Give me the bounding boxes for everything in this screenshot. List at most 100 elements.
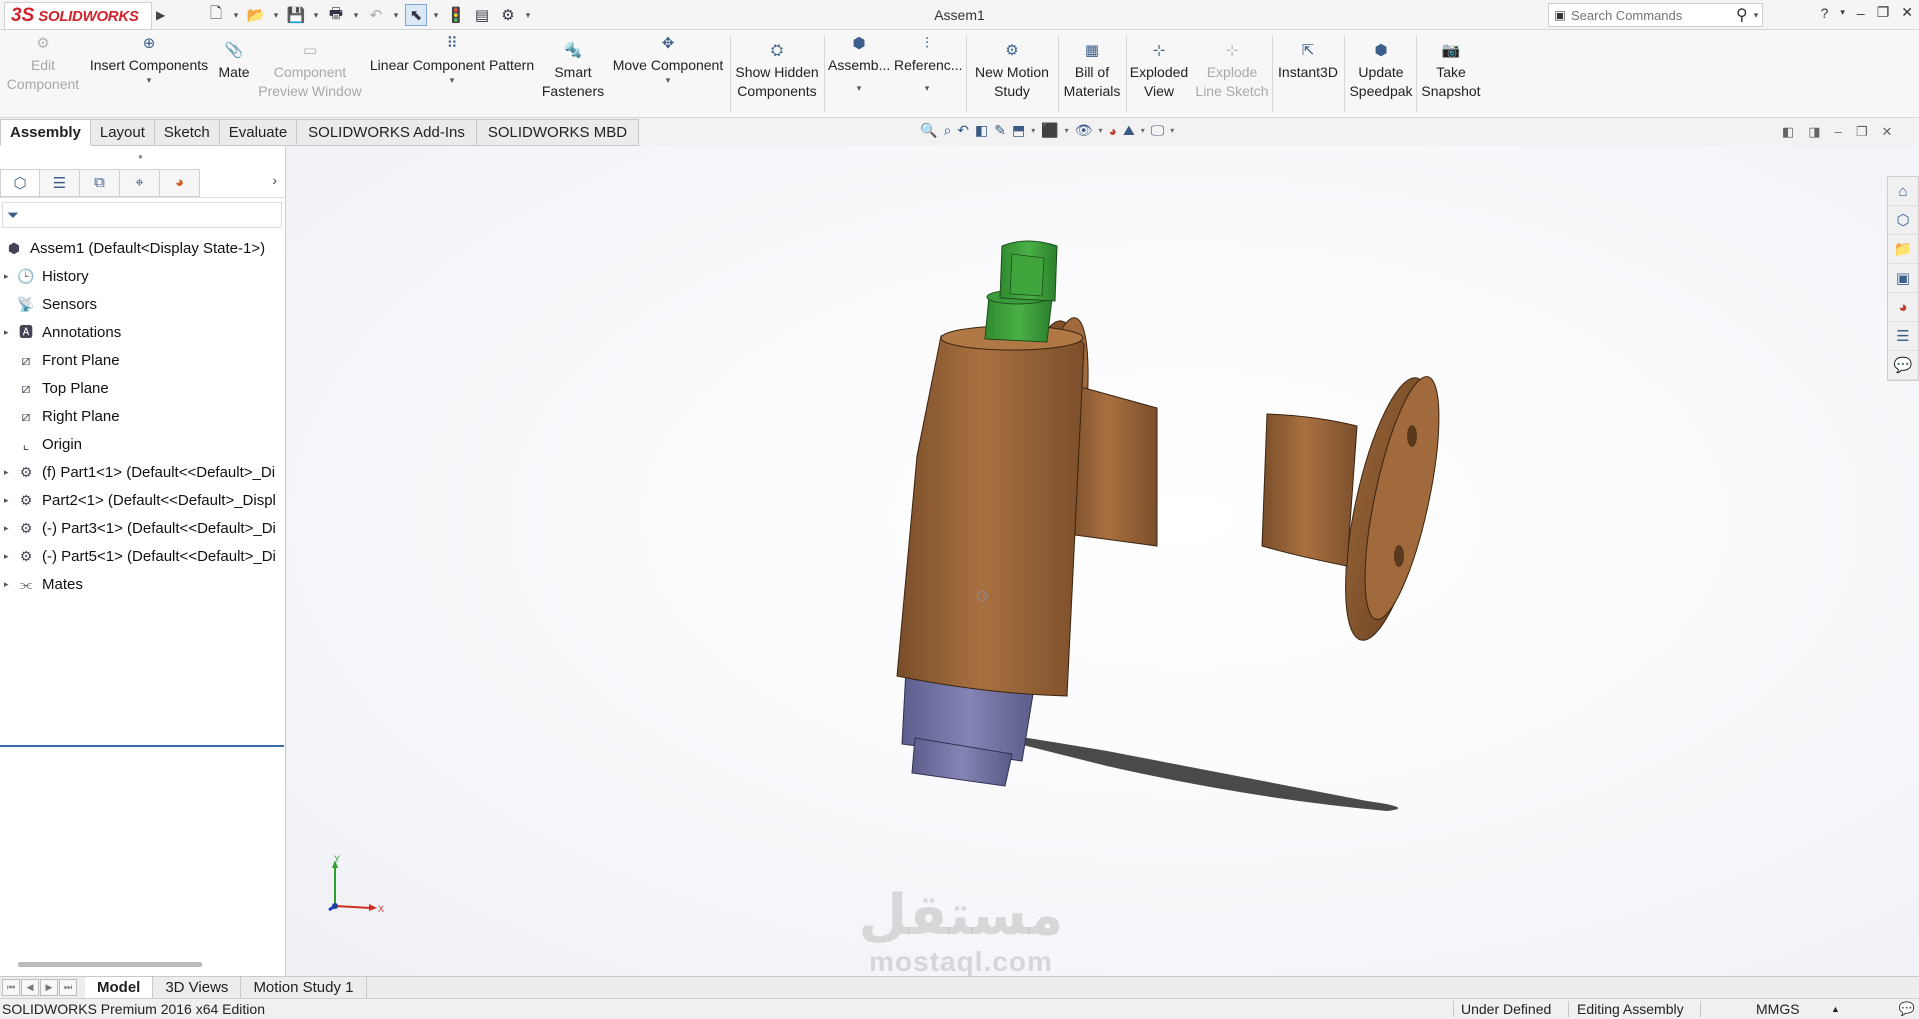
- viewport-minimize-icon[interactable]: –: [1835, 124, 1842, 140]
- valve-model[interactable]: [287, 146, 1919, 976]
- rebuild-icon[interactable]: 🚦: [445, 4, 467, 26]
- minimize-icon[interactable]: –: [1857, 5, 1865, 21]
- linear-pattern-dropdown-icon[interactable]: ▾: [368, 75, 536, 85]
- tab-model[interactable]: Model: [85, 976, 154, 999]
- collapse-left-icon[interactable]: ◧: [1782, 124, 1794, 140]
- next-tab-icon[interactable]: ▶: [40, 979, 58, 996]
- insert-components-button[interactable]: ⊕ Insert Components ▾: [88, 34, 210, 85]
- print-icon[interactable]: 🖶: [325, 4, 347, 26]
- property-manager-tab-icon[interactable]: ☰: [40, 168, 80, 197]
- assembly-dropdown-icon[interactable]: ▾: [828, 83, 890, 93]
- collapse-right-icon[interactable]: ◨: [1808, 124, 1820, 140]
- insert-components-dropdown-icon[interactable]: ▾: [88, 75, 210, 85]
- tab-addins[interactable]: SOLIDWORKS Add-Ins: [297, 119, 477, 146]
- tab-3d-views[interactable]: 3D Views: [153, 976, 242, 999]
- unit-system-arrow-icon[interactable]: ▲: [1831, 999, 1840, 1019]
- search-commands[interactable]: ▣ ⚲ ▾: [1548, 3, 1763, 27]
- select-cursor-icon[interactable]: ⬉: [405, 4, 427, 26]
- tooltip-chat-icon[interactable]: 💬: [1899, 999, 1915, 1019]
- section-view-icon[interactable]: ◧: [975, 122, 988, 139]
- custom-properties-icon[interactable]: ☰: [1888, 322, 1918, 351]
- feature-manager-tab-icon[interactable]: ⬡: [0, 168, 40, 197]
- view-settings-monitor-icon[interactable]: 🖵: [1151, 122, 1165, 139]
- panel-grip-icon[interactable]: ●: [138, 152, 143, 161]
- move-component-dropdown-icon[interactable]: ▾: [610, 75, 726, 85]
- smart-fasteners-button[interactable]: 🔩 Smart Fasteners: [536, 34, 610, 101]
- dynamic-annotation-icon[interactable]: ✎: [994, 122, 1006, 139]
- display-style-icon[interactable]: ⬛: [1041, 122, 1058, 139]
- explode-line-sketch-button[interactable]: ⊹ Explode Line Sketch: [1192, 34, 1272, 101]
- solidworks-resources-icon[interactable]: ⌂: [1888, 177, 1918, 206]
- apply-scene-icon[interactable]: ⛰: [1123, 122, 1135, 139]
- close-icon[interactable]: ✕: [1901, 4, 1913, 21]
- select-dropdown-icon[interactable]: ▾: [431, 4, 441, 26]
- print-dropdown-icon[interactable]: ▾: [351, 4, 361, 26]
- tree-item-part3-1-default-default-di[interactable]: ▸ ⚙ (-) Part3<1> (Default<<Default>_Di: [0, 514, 284, 542]
- tree-item-f-part1-1-default-default-di[interactable]: ▸ ⚙ (f) Part1<1> (Default<<Default>_Di: [0, 458, 284, 486]
- expand-arrow-icon[interactable]: ▸: [4, 523, 16, 534]
- display-style-dropdown-icon[interactable]: ▾: [1065, 126, 1069, 135]
- expand-arrow-icon[interactable]: ▸: [4, 271, 16, 282]
- tab-evaluate[interactable]: Evaluate: [219, 119, 298, 146]
- tree-item-part2-1-default-default-displ[interactable]: ▸ ⚙ Part2<1> (Default<<Default>_Displ: [0, 486, 284, 514]
- help-button[interactable]: ?: [1821, 5, 1829, 21]
- restore-icon[interactable]: ❐: [1877, 4, 1890, 21]
- expand-arrow-icon[interactable]: ▸: [4, 327, 16, 338]
- display-manager-tab-icon[interactable]: ◕: [160, 168, 200, 197]
- tab-sketch[interactable]: Sketch: [154, 119, 220, 146]
- prev-tab-icon[interactable]: ◀: [21, 979, 39, 996]
- update-speedpak-button[interactable]: ⬢ Update Speedpak: [1348, 34, 1414, 101]
- tree-item-annotations[interactable]: ▸ 🅰 Annotations: [0, 318, 284, 346]
- tab-layout[interactable]: Layout: [90, 119, 155, 146]
- solidworks-forum-icon[interactable]: 💬: [1888, 351, 1918, 380]
- edit-appearance-icon[interactable]: ◕: [1108, 123, 1116, 139]
- tree-item-mates[interactable]: ▸ ⫘ Mates: [0, 570, 284, 598]
- view-orientation-icon[interactable]: ⬒: [1012, 122, 1025, 139]
- new-document-icon[interactable]: 🗋: [205, 4, 227, 26]
- viewport-restore-icon[interactable]: ❐: [1856, 124, 1868, 140]
- exploded-view-button[interactable]: ⊹ Exploded View: [1128, 34, 1190, 101]
- move-component-button[interactable]: ✥ Move Component ▾: [610, 34, 726, 85]
- instant3d-button[interactable]: ⇱ Instant3D: [1274, 34, 1342, 82]
- previous-view-icon[interactable]: ↶: [957, 122, 969, 139]
- assembly-features-button[interactable]: ⬢ Assemb... ▾: [828, 34, 890, 93]
- bill-of-materials-button[interactable]: ▦ Bill of Materials: [1060, 34, 1124, 101]
- tab-motion-study[interactable]: Motion Study 1: [241, 976, 367, 999]
- apply-scene-dropdown-icon[interactable]: ▾: [1141, 126, 1145, 135]
- zoom-to-area-icon[interactable]: ⌕: [943, 122, 951, 139]
- tree-item-right-plane[interactable]: ⧄ Right Plane: [0, 402, 284, 430]
- view-orientation-dropdown-icon[interactable]: ▾: [1031, 126, 1035, 135]
- tab-assembly[interactable]: Assembly: [0, 119, 91, 146]
- show-hidden-button[interactable]: ⛭ Show Hidden Components: [734, 34, 820, 101]
- open-folder-icon[interactable]: 📂: [245, 4, 267, 26]
- tree-item-front-plane[interactable]: ⧄ Front Plane: [0, 346, 284, 374]
- expand-arrow-icon[interactable]: ▸: [4, 551, 16, 562]
- undo-icon[interactable]: ↶: [365, 4, 387, 26]
- component-preview-button[interactable]: ▭ Component Preview Window: [256, 34, 364, 101]
- graphics-area[interactable]: ⌂ ⬡ 📁 ▣ ◕ ☰ 💬 Y X مستقل mostaql.com: [287, 146, 1919, 976]
- hide-show-dropdown-icon[interactable]: ▾: [1098, 126, 1102, 135]
- view-settings-dropdown-icon[interactable]: ▾: [1170, 126, 1174, 135]
- tree-item-sensors[interactable]: 📡 Sensors: [0, 290, 284, 318]
- search-icon[interactable]: ⚲: [1736, 5, 1748, 25]
- help-dropdown-icon[interactable]: ▾: [1840, 7, 1845, 18]
- save-icon[interactable]: 💾: [285, 4, 307, 26]
- save-dropdown-icon[interactable]: ▾: [311, 4, 321, 26]
- view-palette-icon[interactable]: ▣: [1888, 264, 1918, 293]
- tree-item-history[interactable]: ▸ 🕒 History: [0, 262, 284, 290]
- hide-show-items-icon[interactable]: 👁: [1075, 122, 1093, 139]
- expand-arrow-icon[interactable]: ▸: [4, 467, 16, 478]
- first-tab-icon[interactable]: ⏮: [2, 979, 20, 996]
- search-dropdown-icon[interactable]: ▾: [1754, 10, 1759, 21]
- options-gear-icon[interactable]: ⚙: [497, 4, 519, 26]
- tab-mbd[interactable]: SOLIDWORKS MBD: [476, 119, 640, 146]
- dimxpert-manager-tab-icon[interactable]: ⌖: [120, 168, 160, 197]
- rollback-bar[interactable]: [0, 745, 284, 747]
- horizontal-scrollbar[interactable]: [18, 962, 202, 967]
- open-dropdown-icon[interactable]: ▾: [271, 4, 281, 26]
- more-tabs-chevron-icon[interactable]: ›: [272, 172, 277, 188]
- tree-filter[interactable]: ⏷: [2, 202, 282, 228]
- expand-arrow-icon[interactable]: ▸: [4, 579, 16, 590]
- edit-component-button[interactable]: ⚙ Edit Component: [4, 34, 82, 94]
- new-motion-study-button[interactable]: ⚙ New Motion Study: [970, 34, 1054, 101]
